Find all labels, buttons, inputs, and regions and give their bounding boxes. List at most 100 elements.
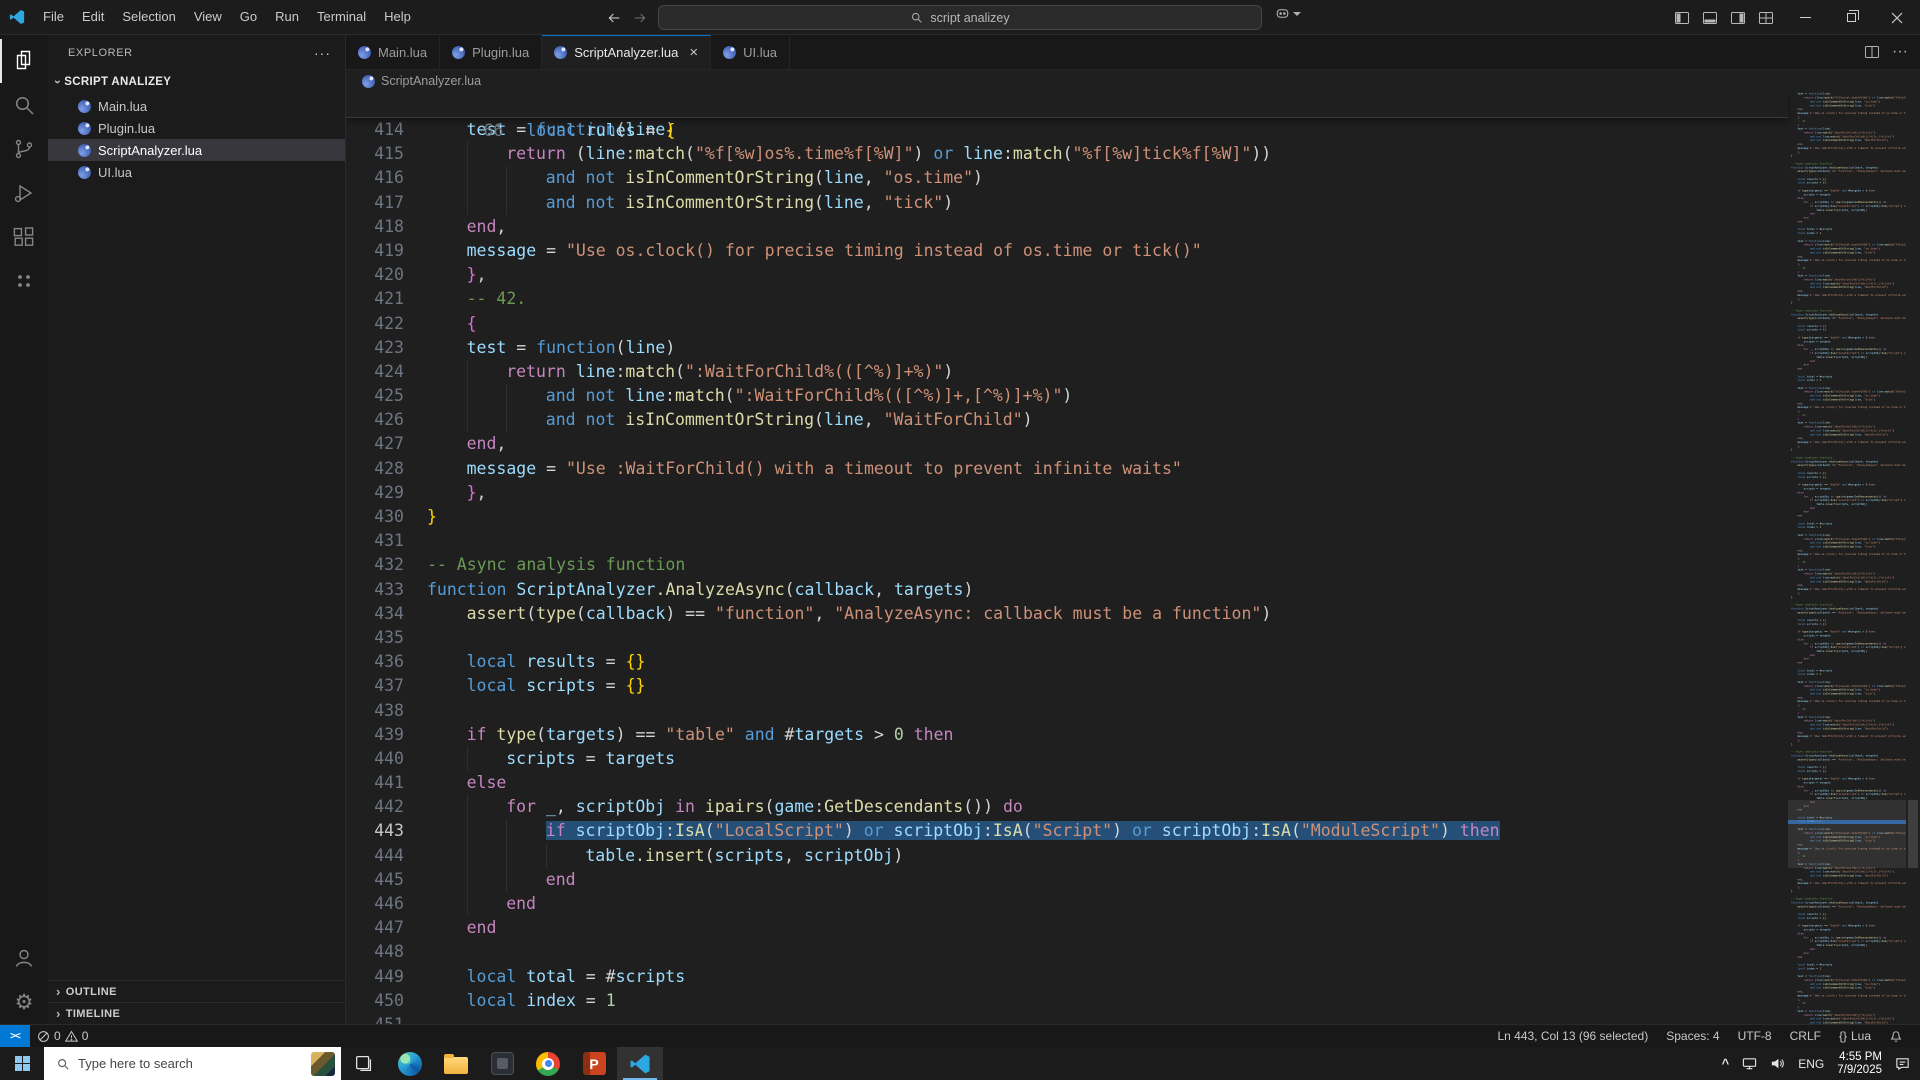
code-line-436[interactable]: 436local results = {} <box>346 650 1788 674</box>
code-line-417[interactable]: 417and not isInCommentOrString(line, "ti… <box>346 191 1788 215</box>
notifications-bell[interactable] <box>1880 1025 1912 1047</box>
code-line-433[interactable]: 433function ScriptAnalyzer.AnalyzeAsync(… <box>346 578 1788 602</box>
code-line-451[interactable]: 451 <box>346 1013 1788 1024</box>
more-actions-icon[interactable]: ··· <box>314 45 331 61</box>
code-line-446[interactable]: 446end <box>346 892 1788 916</box>
task-view-button[interactable] <box>341 1047 387 1080</box>
hidden-icons-chevron[interactable]: ^ <box>1722 1056 1730 1071</box>
code-line-427[interactable]: 427end, <box>346 432 1788 456</box>
timeline-section[interactable]: › TIMELINE <box>48 1002 345 1024</box>
language-mode[interactable]: {} Lua <box>1830 1025 1880 1047</box>
file-ui-lua[interactable]: UI.lua <box>48 161 345 183</box>
remote-indicator[interactable]: >< <box>0 1025 30 1047</box>
code-line-441[interactable]: 441else <box>346 771 1788 795</box>
workspace-folder[interactable]: › SCRIPT ANALIZEY <box>48 70 345 93</box>
cursor-position[interactable]: Ln 443, Col 13 (96 selected) <box>1488 1025 1657 1047</box>
code-line-442[interactable]: 442for _, scriptObj in ipairs(game:GetDe… <box>346 795 1788 819</box>
edge-button[interactable] <box>387 1047 433 1080</box>
code-line-444[interactable]: 444table.insert(scripts, scriptObj) <box>346 844 1788 868</box>
tab-plugin-lua[interactable]: Plugin.lua <box>440 35 542 69</box>
code-line-426[interactable]: 426and not isInCommentOrString(line, "Wa… <box>346 408 1788 432</box>
dark-app-button[interactable] <box>479 1047 525 1080</box>
code-line-434[interactable]: 434assert(type(callback) == "function", … <box>346 602 1788 626</box>
code-editor[interactable]: 66local rules = { 414test = function(lin… <box>346 92 1920 1024</box>
activity-explorer[interactable] <box>0 39 48 83</box>
code-line-443[interactable]: 443if scriptObj:IsA("LocalScript") or sc… <box>346 819 1788 843</box>
minimize-button[interactable] <box>1782 0 1828 35</box>
activity-search[interactable] <box>0 83 48 127</box>
file-explorer-button[interactable] <box>433 1047 479 1080</box>
back-arrow-icon[interactable] <box>606 10 622 26</box>
powerpoint-button[interactable]: P <box>571 1047 617 1080</box>
scrollbar-thumb[interactable] <box>1908 800 1918 868</box>
menu-file[interactable]: File <box>34 0 73 34</box>
code-line-445[interactable]: 445end <box>346 868 1788 892</box>
code-line-435[interactable]: 435 <box>346 626 1788 650</box>
code-area[interactable]: 414test = function(line)415return (line:… <box>346 118 1788 1024</box>
code-line-448[interactable]: 448 <box>346 940 1788 964</box>
tab-scriptanalyzer-lua[interactable]: ScriptAnalyzer.lua× <box>542 35 711 69</box>
menu-view[interactable]: View <box>185 0 231 34</box>
menu-run[interactable]: Run <box>266 0 308 34</box>
menu-help[interactable]: Help <box>375 0 420 34</box>
menu-edit[interactable]: Edit <box>73 0 113 34</box>
start-button[interactable] <box>0 1047 44 1080</box>
activity-settings[interactable]: ⚙ <box>0 980 48 1024</box>
code-line-438[interactable]: 438 <box>346 699 1788 723</box>
code-line-450[interactable]: 450local index = 1 <box>346 989 1788 1013</box>
taskbar-search[interactable]: Type here to search <box>44 1047 341 1080</box>
menu-terminal[interactable]: Terminal <box>308 0 375 34</box>
encoding[interactable]: UTF-8 <box>1729 1025 1781 1047</box>
code-line-430[interactable]: 430} <box>346 505 1788 529</box>
code-line-437[interactable]: 437local scripts = {} <box>346 674 1788 698</box>
vscode-taskbar-button[interactable] <box>617 1047 663 1080</box>
menu-selection[interactable]: Selection <box>113 0 184 34</box>
code-line-432[interactable]: 432-- Async analysis function <box>346 553 1788 577</box>
code-line-425[interactable]: 425and not line:match(":WaitForChild%(([… <box>346 384 1788 408</box>
code-line-447[interactable]: 447end <box>346 916 1788 940</box>
code-line-415[interactable]: 415return (line:match("%f[%w]os%.time%f[… <box>346 142 1788 166</box>
outline-section[interactable]: › OUTLINE <box>48 980 345 1002</box>
command-center-search[interactable]: script analizey <box>658 5 1262 30</box>
code-line-439[interactable]: 439if type(targets) == "table" and #targ… <box>346 723 1788 747</box>
network-icon[interactable] <box>1742 1056 1757 1071</box>
minimap-slider[interactable] <box>1788 800 1906 868</box>
code-line-418[interactable]: 418end, <box>346 215 1788 239</box>
code-line-429[interactable]: 429}, <box>346 481 1788 505</box>
code-line-428[interactable]: 428message = "Use :WaitForChild() with a… <box>346 457 1788 481</box>
file-scriptanalyzer-lua[interactable]: ScriptAnalyzer.lua <box>48 139 345 161</box>
tab-ui-lua[interactable]: UI.lua <box>711 35 790 69</box>
copilot-icon[interactable] <box>1275 7 1301 20</box>
code-line-449[interactable]: 449local total = #scripts <box>346 965 1788 989</box>
chrome-button[interactable] <box>525 1047 571 1080</box>
toggle-panel-icon[interactable] <box>1702 10 1718 26</box>
file-main-lua[interactable]: Main.lua <box>48 95 345 117</box>
activity-accounts[interactable] <box>0 936 48 980</box>
breadcrumb[interactable]: ScriptAnalyzer.lua <box>346 70 1920 92</box>
close-button[interactable] <box>1874 0 1920 35</box>
code-line-440[interactable]: 440scripts = targets <box>346 747 1788 771</box>
toggle-secondary-sidebar-icon[interactable] <box>1730 10 1746 26</box>
minimap[interactable]: test = function(line)return (line:match(… <box>1788 92 1906 1024</box>
search-highlight-thumbnail[interactable] <box>311 1052 335 1076</box>
split-editor-icon[interactable] <box>1864 44 1880 60</box>
code-line-431[interactable]: 431 <box>346 529 1788 553</box>
eol-sequence[interactable]: CRLF <box>1781 1025 1830 1047</box>
file-plugin-lua[interactable]: Plugin.lua <box>48 117 345 139</box>
taskbar-clock[interactable]: 4:55 PM 7/9/2025 <box>1837 1051 1882 1077</box>
restore-button[interactable] <box>1828 0 1874 35</box>
activity-run-debug[interactable] <box>0 171 48 215</box>
code-line-419[interactable]: 419message = "Use os.clock() for precise… <box>346 239 1788 263</box>
activity-source-control[interactable] <box>0 127 48 171</box>
input-language[interactable]: ENG <box>1798 1057 1824 1071</box>
code-line-416[interactable]: 416and not isInCommentOrString(line, "os… <box>346 166 1788 190</box>
code-line-422[interactable]: 422{ <box>346 312 1788 336</box>
activity-extensions[interactable] <box>0 215 48 259</box>
problems-indicator[interactable]: 0 0 <box>30 1025 95 1047</box>
action-center-icon[interactable] <box>1895 1056 1910 1071</box>
code-line-423[interactable]: 423test = function(line) <box>346 336 1788 360</box>
more-actions-icon[interactable]: ··· <box>1892 43 1908 61</box>
code-line-421[interactable]: 421-- 42. <box>346 287 1788 311</box>
code-line-420[interactable]: 420}, <box>346 263 1788 287</box>
menu-go[interactable]: Go <box>231 0 266 34</box>
